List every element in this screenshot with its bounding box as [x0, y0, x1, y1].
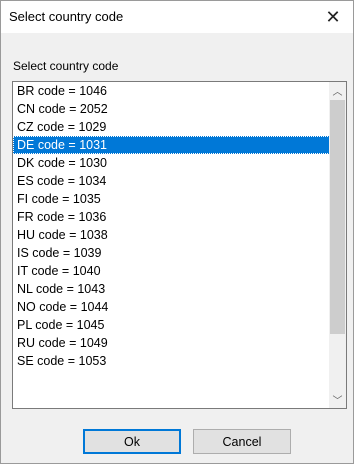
close-button[interactable]: ✕ [313, 1, 353, 33]
list-label: Select country code [13, 59, 119, 73]
list-item[interactable]: DE code = 1031 [13, 136, 330, 154]
select-country-code-dialog: Select country code ✕ Select country cod… [0, 0, 354, 464]
list-item[interactable]: FI code = 1035 [13, 190, 330, 208]
scroll-up-button[interactable]: ︿ [329, 82, 346, 99]
list-item[interactable]: NL code = 1043 [13, 280, 330, 298]
list-item[interactable]: IS code = 1039 [13, 244, 330, 262]
country-code-listbox[interactable]: BR code = 1046 CN code = 2052 CZ code = 10… [12, 81, 347, 409]
list-item[interactable]: HU code = 1038 [13, 226, 330, 244]
chevron-down-icon: ﹀ [332, 396, 343, 407]
list-item[interactable]: SE code = 1053 [13, 352, 330, 370]
list-item[interactable]: PL code = 1045 [13, 316, 330, 334]
list-items: BR code = 1046 CN code = 2052 CZ code = 10… [13, 82, 330, 370]
scroll-down-button[interactable]: ﹀ [329, 391, 346, 408]
title-bar: Select country code ✕ [1, 1, 353, 33]
list-item[interactable]: CN code = 2052 [13, 100, 330, 118]
close-icon: ✕ [325, 6, 341, 27]
list-item[interactable]: IT code = 1040 [13, 262, 330, 280]
list-item[interactable]: DK code = 1030 [13, 154, 330, 172]
window-title: Select country code [9, 9, 124, 24]
scroll-thumb[interactable] [330, 100, 345, 334]
list-item[interactable]: FR code = 1036 [13, 208, 330, 226]
vertical-scrollbar[interactable]: ︿ ﹀ [329, 82, 346, 408]
cancel-button[interactable]: Cancel [193, 429, 291, 454]
list-item[interactable]: CZ code = 1029 [13, 118, 330, 136]
list-item[interactable]: RU code = 1049 [13, 334, 330, 352]
chevron-up-icon: ︿ [332, 87, 343, 98]
list-item[interactable]: NO code = 1044 [13, 298, 330, 316]
list-item[interactable]: ES code = 1034 [13, 172, 330, 190]
list-item[interactable]: BR code = 1046 [13, 82, 330, 100]
ok-button[interactable]: Ok [83, 429, 181, 454]
